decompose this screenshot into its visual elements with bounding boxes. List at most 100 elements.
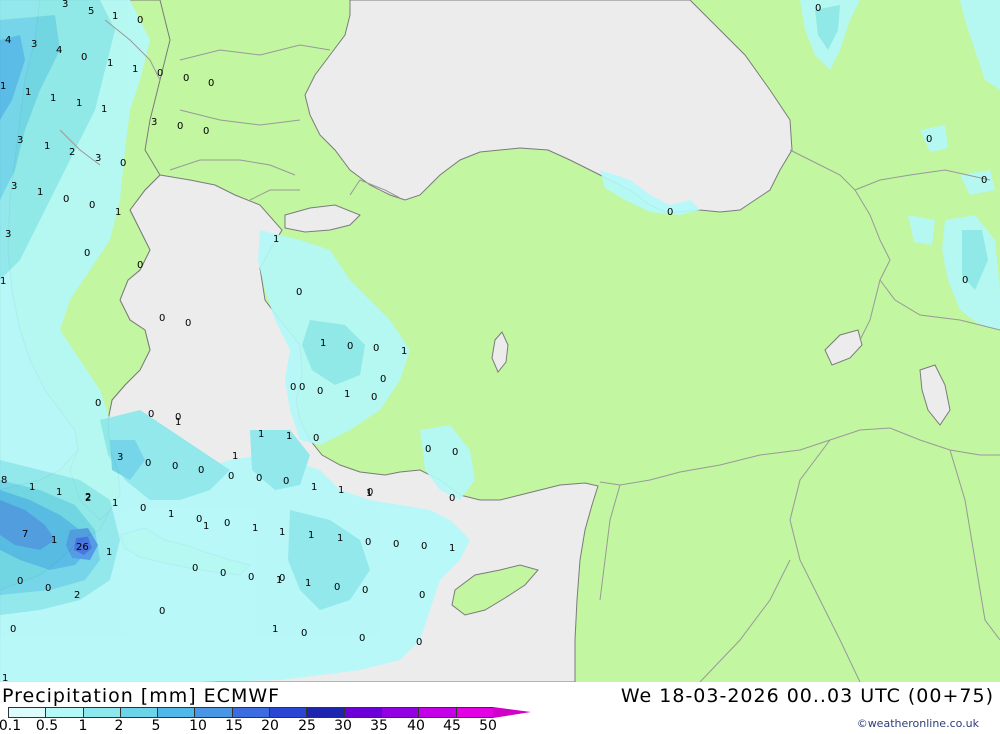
pv-75: 1	[308, 530, 314, 541]
pv-54: 1	[258, 429, 264, 440]
pv-8: 1	[107, 58, 113, 69]
pv-116: 1	[203, 521, 209, 532]
legend-swatch-6	[231, 707, 270, 718]
pv-24: 3	[95, 153, 101, 164]
pv-94: 0	[362, 585, 368, 596]
legend-label-9: 30	[334, 718, 352, 734]
pv-103: 0	[301, 628, 307, 639]
pv-92: 26	[76, 542, 89, 553]
pv-1: 5	[88, 6, 94, 17]
legend-label-7: 20	[261, 718, 279, 734]
pv-102: 0	[10, 624, 16, 635]
map-footer: Precipitation [mm] ECMWF We 18-03-2026 0…	[0, 682, 1000, 734]
pv-61: 0	[256, 473, 262, 484]
pv-81: 2	[85, 493, 91, 504]
legend-swatch-2	[82, 707, 120, 718]
pv-43: 0	[290, 382, 296, 393]
pv-86: 0	[220, 568, 226, 579]
pv-83: 0	[421, 541, 427, 552]
pv-37: 0	[159, 313, 165, 324]
pv-82: 1	[337, 533, 343, 544]
legend-label-1: 0.5	[35, 718, 59, 734]
pv-47: 0	[95, 398, 101, 409]
legend-swatch-12	[455, 707, 493, 718]
pv-77: 0	[393, 539, 399, 550]
pv-16: 1	[76, 98, 82, 109]
pv-35: 0	[137, 260, 143, 271]
pv-84: 1	[449, 543, 455, 554]
pv-52: 0	[452, 447, 458, 458]
pv-50: 0	[313, 433, 319, 444]
pv-109: 0	[926, 134, 932, 145]
precip-legend: 0.1 0.5 1 2 5 10 15 20 25 30 35 40 45 50	[0, 707, 531, 734]
legend-label-12: 45	[443, 718, 461, 734]
pv-68: 1	[338, 485, 344, 496]
pv-0: 3	[62, 0, 68, 10]
pv-78: 8	[1, 475, 7, 486]
pv-30: 1	[115, 207, 121, 218]
pv-55: 0	[172, 461, 178, 472]
legend-swatch-5	[194, 707, 232, 718]
pv-3: 0	[137, 15, 143, 26]
pv-38: 0	[185, 318, 191, 329]
pv-20: 1	[101, 104, 107, 115]
legend-swatch-4	[157, 707, 195, 718]
pv-34: 1	[0, 276, 6, 287]
legend-label-2: 1	[78, 718, 88, 734]
legend-label-0: 0.1	[0, 718, 22, 734]
pv-13: 1	[0, 81, 6, 92]
pv-105: 1	[2, 673, 8, 682]
pv-41: 1	[401, 346, 407, 357]
pv-31: 3	[5, 229, 11, 240]
pv-36: 0	[296, 287, 302, 298]
pv-32: 1	[273, 234, 279, 245]
pv-91: 1	[51, 535, 57, 546]
pv-74: 1	[279, 527, 285, 538]
pv-110: 0	[981, 175, 987, 186]
pv-101: 2	[74, 590, 80, 601]
pv-106: 0	[416, 637, 422, 648]
pv-44: 0	[317, 386, 323, 397]
pv-17: 3	[151, 117, 157, 128]
pv-33: 0	[84, 248, 90, 259]
pv-79: 1	[29, 482, 35, 493]
pv-26: 3	[11, 181, 17, 192]
pv-27: 1	[37, 187, 43, 198]
legend-label-3: 2	[114, 718, 124, 734]
credit-link[interactable]: ©weatheronline.co.uk	[857, 717, 979, 730]
pv-51: 0	[425, 444, 431, 455]
pv-88: 0	[192, 563, 198, 574]
pv-25: 0	[120, 158, 126, 169]
pv-49: 0	[148, 409, 154, 420]
pv-73: 1	[252, 523, 258, 534]
pv-96: 1	[305, 578, 311, 589]
map-canvas: 3 5 1 0 4 3 4 0 1 1 0 0 0 1 1 1 1 3 0 0 …	[0, 0, 1000, 682]
legend-label-4: 5	[151, 718, 161, 734]
pv-93: 1	[106, 547, 112, 558]
pv-63: 1	[311, 482, 317, 493]
pv-28: 0	[63, 194, 69, 205]
legend-swatch-10	[380, 707, 419, 718]
legend-color-bar	[8, 707, 531, 718]
pv-117: 0	[299, 382, 305, 393]
precipitation-map: 3 5 1 0 4 3 4 0 1 1 0 0 0 1 1 1 1 3 0 0 …	[0, 0, 1000, 682]
map-title: Precipitation [mm] ECMWF	[2, 685, 281, 707]
pv-22: 1	[44, 141, 50, 152]
legend-label-5: 10	[189, 718, 207, 734]
pv-98: 0	[45, 583, 51, 594]
pv-29: 0	[89, 200, 95, 211]
pv-100: 0	[159, 606, 165, 617]
pv-57: 1	[286, 431, 292, 442]
pv-19: 0	[203, 126, 209, 137]
pv-12: 0	[208, 78, 214, 89]
legend-label-10: 35	[370, 718, 388, 734]
pv-60: 3	[117, 452, 123, 463]
pv-89: 0	[334, 582, 340, 593]
pv-6: 4	[56, 45, 62, 56]
legend-swatch-1	[45, 707, 83, 718]
pv-62: 0	[283, 476, 289, 487]
pv-99: 0	[419, 590, 425, 601]
pv-80: 1	[56, 487, 62, 498]
pv-23: 2	[69, 147, 75, 158]
pv-2: 1	[112, 11, 118, 22]
